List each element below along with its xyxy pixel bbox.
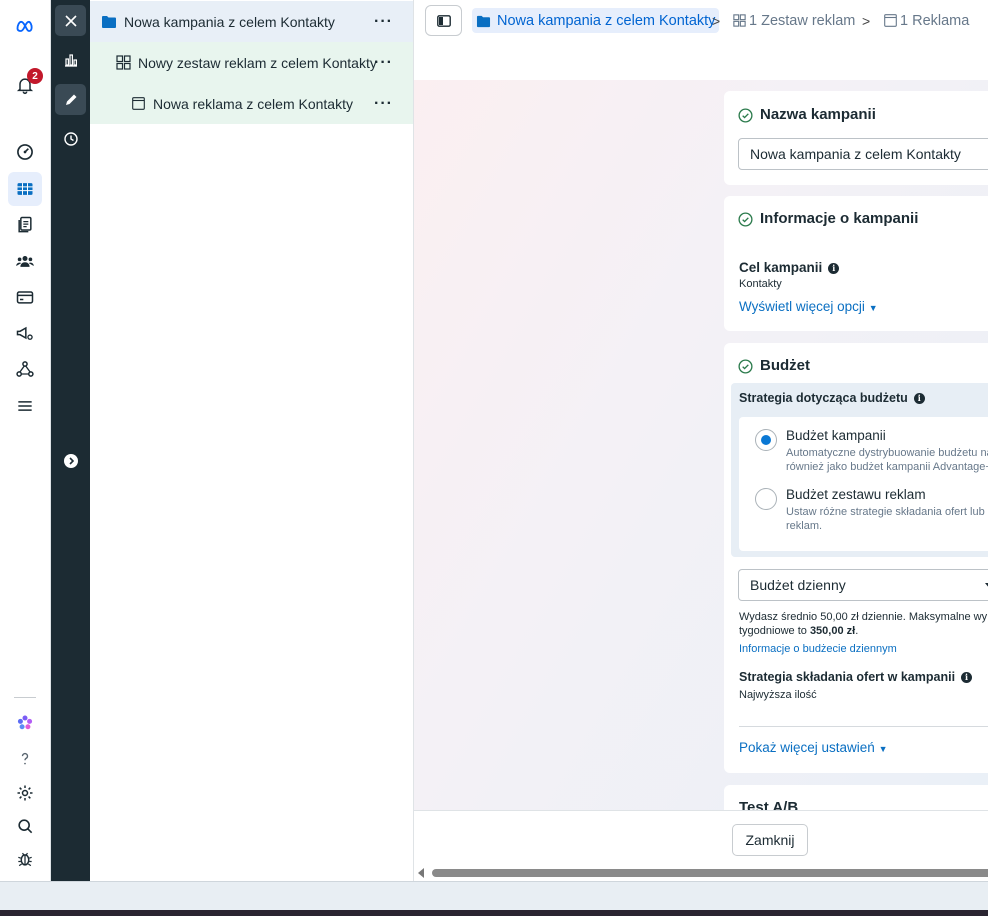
editor-topbar: Nowa kampania z celem Kontakty > 1 Zesta… — [414, 0, 988, 80]
check-circle-icon — [738, 212, 753, 227]
campaign-objective-value: Kontakty — [739, 278, 782, 290]
more-options-link[interactable]: Wyświetl więcej opcji ▼ — [739, 299, 878, 314]
campaign-budget-option-desc: Automatyczne dystrybuowanie budżetu na — [786, 447, 988, 459]
tree-item-label: Nowy zestaw reklam z celem Kontakty — [138, 54, 377, 71]
bid-strategy-value: Najwyższa ilość — [739, 689, 817, 701]
info-icon[interactable]: i — [913, 393, 925, 404]
tree-item-label: Nowa kampania z celem Kontakty — [124, 13, 335, 30]
more-options-icon[interactable]: ··· — [374, 54, 393, 72]
horizontal-scrollbar[interactable] — [414, 865, 988, 881]
history-clock-icon[interactable] — [55, 123, 86, 154]
chevron-down-icon: ▼ — [878, 744, 888, 754]
campaign-info-card: Informacje o kampanii Cel kampanii i Kont… — [724, 196, 988, 331]
adset-budget-option-title: Budżet zestawu reklam — [786, 487, 926, 502]
budget-strategy-options: Budżet kampanii Automatyczne dystrybuowa… — [739, 417, 988, 551]
breadcrumb-adsets[interactable]: 1 Zestaw reklam — [733, 8, 855, 33]
adset-grid-icon — [116, 55, 131, 70]
performance-chart-icon[interactable] — [55, 44, 86, 75]
campaign-name-input[interactable]: Nowa kampania z celem Kontakty — [738, 138, 988, 170]
editor-canvas: Nazwa kampanii Nowa kampania z celem Kon… — [414, 80, 988, 810]
close-button[interactable]: Zamknij — [732, 824, 808, 856]
budget-title: Budżet — [760, 357, 810, 374]
campaign-budget-option-desc: również jako budżet kampanii Advantage+. — [786, 461, 988, 473]
info-icon[interactable]: i — [961, 672, 973, 683]
breadcrumb-separator: > — [712, 12, 721, 29]
breadcrumb-campaign[interactable]: Nowa kampania z celem Kontakty — [472, 8, 720, 33]
close-editor-icon[interactable] — [55, 5, 86, 36]
expand-chevron-icon[interactable] — [55, 445, 86, 476]
dashboard-gauge-icon[interactable] — [8, 135, 42, 169]
billing-card-icon[interactable] — [8, 280, 42, 314]
search-icon[interactable] — [8, 809, 42, 843]
more-options-icon[interactable]: ··· — [374, 13, 393, 31]
report-bug-icon[interactable] — [8, 842, 42, 876]
spend-info-line2: tygodniowe to 350,00 zł. — [739, 625, 859, 637]
adset-budget-radio[interactable] — [755, 488, 777, 510]
pages-documents-icon[interactable] — [8, 208, 42, 242]
ab-test-title: Test A/B — [739, 799, 799, 810]
tree-item-adset[interactable]: Nowy zestaw reklam z celem Kontakty ··· — [90, 42, 413, 83]
adset-budget-option-desc: reklam. — [786, 520, 823, 532]
budget-type-select[interactable]: Budżet dzienny — [738, 569, 988, 601]
notifications-badge: 2 — [27, 68, 43, 84]
more-options-icon[interactable]: ··· — [374, 95, 393, 113]
taskbar-edge — [0, 910, 988, 916]
check-circle-icon — [738, 359, 753, 374]
ad-window-icon — [884, 14, 897, 27]
budget-strategy-label: Strategia dotycząca budżetu i — [739, 391, 925, 405]
sidebar-toggle-icon — [436, 14, 451, 27]
show-more-settings-link[interactable]: Pokaż więcej ustawień ▼ — [739, 740, 888, 755]
tree-item-ad[interactable]: Nowa reklama z celem Kontakty ··· — [90, 83, 413, 124]
check-circle-icon — [738, 108, 753, 123]
folder-icon — [476, 15, 491, 27]
scroll-left-arrow-icon[interactable] — [418, 868, 424, 878]
budget-strategy-box: Strategia dotycząca budżetu i Budżet kamp… — [731, 383, 988, 557]
info-icon[interactable]: i — [828, 263, 840, 274]
folder-icon — [102, 16, 116, 28]
campaign-budget-radio[interactable] — [755, 429, 777, 451]
global-nav-rail: 2 — [0, 0, 51, 881]
breadcrumb-ads-label: 1 Reklama — [900, 12, 970, 29]
editor-tool-rail — [51, 0, 90, 881]
campaign-info-title: Informacje o kampanii — [760, 210, 919, 227]
meta-logo-icon[interactable] — [8, 9, 42, 43]
toggle-panel-button[interactable] — [425, 5, 462, 36]
all-tools-menu-icon[interactable] — [8, 389, 42, 423]
help-question-icon[interactable] — [8, 742, 42, 776]
breadcrumb-ads[interactable]: 1 Reklama — [884, 8, 969, 33]
scrollbar-thumb[interactable] — [432, 869, 988, 877]
tree-item-label: Nowa reklama z celem Kontakty — [153, 95, 353, 112]
campaign-budget-option-title: Budżet kampanii — [786, 428, 886, 443]
editor-footer: Zamknij — [414, 810, 988, 865]
ad-settings-megaphone-icon[interactable] — [8, 316, 42, 350]
breadcrumb-adsets-label: 1 Zestaw reklam — [749, 12, 856, 29]
budget-card: Budżet Strategia dotycząca budżetu i Budż… — [724, 343, 988, 773]
edit-pencil-icon[interactable] — [55, 84, 86, 115]
daily-budget-info-link[interactable]: Informacje o budżecie dziennym — [739, 643, 897, 655]
editor-main: Nowa kampania z celem Kontakty > 1 Zesta… — [414, 0, 988, 881]
bottom-strip — [0, 881, 988, 910]
ab-test-card: Test A/B — [724, 785, 988, 810]
campaigns-table-icon[interactable] — [8, 172, 42, 206]
campaign-name-card: Nazwa kampanii Nowa kampania z celem Kon… — [724, 91, 988, 185]
tree-item-campaign[interactable]: Nowa kampania z celem Kontakty ··· — [90, 1, 413, 42]
adset-budget-option-desc: Ustaw różne strategie składania ofert lu… — [786, 506, 988, 518]
spend-info-line1: Wydasz średnio 50,00 zł dziennie. Maksym… — [739, 611, 988, 623]
chevron-down-icon: ▼ — [868, 303, 878, 313]
campaign-structure-tree: Nowa kampania z celem Kontakty ··· Nowy … — [90, 0, 414, 881]
integrations-network-icon[interactable] — [8, 352, 42, 386]
campaign-name-title: Nazwa kampanii — [760, 106, 876, 123]
breadcrumb-separator: > — [862, 12, 871, 29]
campaign-objective-label: Cel kampanii i — [739, 260, 840, 275]
rail-divider — [14, 697, 36, 698]
ad-window-icon — [132, 97, 145, 110]
settings-gear-icon[interactable] — [8, 776, 42, 810]
audiences-people-icon[interactable] — [8, 244, 42, 278]
budget-type-value: Budżet dzienny — [750, 577, 846, 593]
adset-grid-icon — [733, 14, 746, 27]
ai-assistant-flower-icon[interactable] — [8, 706, 42, 740]
divider — [739, 726, 988, 727]
breadcrumb-campaign-label: Nowa kampania z celem Kontakty — [497, 12, 716, 29]
bid-strategy-label: Strategia składania ofert w kampanii i — [739, 670, 973, 684]
